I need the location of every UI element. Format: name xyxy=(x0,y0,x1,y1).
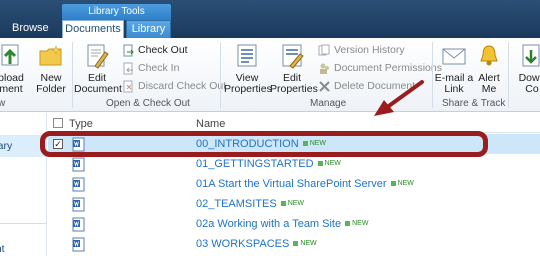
nav-divider xyxy=(0,223,47,224)
check-in-icon xyxy=(123,62,133,74)
group-divider xyxy=(72,42,73,108)
email-link-button[interactable]: E-mail a Link xyxy=(434,42,474,95)
document-name: 01_GETTINGSTARTED xyxy=(196,158,314,170)
group-divider xyxy=(220,42,221,108)
version-history-button[interactable]: Version History xyxy=(318,42,405,58)
tab-library[interactable]: Library xyxy=(126,20,171,38)
table-row[interactable]: 01A Start the Virtual SharePoint Server N… xyxy=(48,174,540,194)
column-header-type[interactable]: Type xyxy=(69,118,93,130)
download-icon xyxy=(522,44,540,67)
document-name-link[interactable]: 03 WORKSPACES NEW xyxy=(196,238,317,250)
list-header: Type Name xyxy=(48,113,540,133)
document-name: 01A Start the Virtual SharePoint Server xyxy=(196,178,387,190)
upload-icon xyxy=(1,44,19,66)
column-header-name[interactable]: Name xyxy=(196,118,225,130)
table-row[interactable]: 02_TEAMSITES NEW xyxy=(48,194,540,214)
ribbon: pload ment New Folder w Edit Document Ch… xyxy=(0,38,540,116)
table-row[interactable]: 02a Working with a Team Site NEW xyxy=(48,214,540,234)
ribbon-tab-strip: Browse Library Tools Documents Library xyxy=(0,0,540,38)
discard-check-out-icon xyxy=(123,80,133,92)
tab-documents[interactable]: Documents xyxy=(62,20,124,38)
new-badge: NEW xyxy=(281,200,304,207)
document-name: 03 WORKSPACES xyxy=(196,238,290,250)
tab-browse[interactable]: Browse xyxy=(12,22,49,34)
document-name-link[interactable]: 01_GETTINGSTARTED NEW xyxy=(196,158,341,170)
selection-highlight-annotation xyxy=(40,131,488,157)
table-row[interactable]: 01_GETTINGSTARTED NEW xyxy=(48,154,540,174)
document-name-link[interactable]: 02_TEAMSITES NEW xyxy=(196,198,304,210)
left-navigation: ibrary ent xyxy=(0,113,47,256)
group-divider xyxy=(432,42,433,108)
group-label-manage: Manage xyxy=(310,98,347,109)
word-document-icon[interactable] xyxy=(72,217,85,232)
new-badge: NEW xyxy=(293,240,316,247)
word-document-icon[interactable] xyxy=(72,177,85,192)
edit-properties-button[interactable]: Edit Properties xyxy=(270,42,318,95)
check-in-button[interactable]: Check In xyxy=(122,60,179,76)
library-tools-context-header: Library Tools xyxy=(62,4,171,20)
permissions-icon xyxy=(320,63,329,74)
word-document-icon[interactable] xyxy=(72,237,85,252)
version-history-icon xyxy=(318,44,330,55)
group-label-new: w xyxy=(0,98,6,109)
group-label-share-track: Share & Track xyxy=(442,98,506,109)
check-out-icon xyxy=(123,44,134,56)
alert-me-button[interactable]: Alert Me xyxy=(474,42,504,95)
view-properties-icon xyxy=(237,44,257,67)
word-document-icon[interactable] xyxy=(72,157,85,172)
table-row[interactable]: 03 WORKSPACES NEW xyxy=(48,234,540,254)
delete-icon xyxy=(319,80,330,92)
group-divider xyxy=(508,42,509,108)
view-properties-button[interactable]: View Properties xyxy=(224,42,272,95)
document-permissions-button[interactable]: Document Permissions xyxy=(318,60,442,76)
document-name: 02a Working with a Team Site xyxy=(196,218,342,230)
email-icon xyxy=(442,48,466,65)
new-badge: NEW xyxy=(318,160,341,167)
bell-icon xyxy=(480,45,498,66)
document-name: 02_TEAMSITES xyxy=(196,198,277,210)
document-name-link[interactable]: 01A Start the Virtual SharePoint Server N… xyxy=(196,178,414,190)
edit-properties-icon xyxy=(282,44,304,69)
new-badge: NEW xyxy=(391,180,414,187)
download-copy-button[interactable]: Down Co xyxy=(512,42,540,95)
new-folder-button[interactable]: New Folder xyxy=(34,42,68,95)
new-badge: NEW xyxy=(345,220,368,227)
edit-document-button[interactable]: Edit Document xyxy=(74,42,122,95)
check-out-button[interactable]: Check Out xyxy=(122,42,188,58)
nav-item-recent[interactable]: ent xyxy=(0,243,5,255)
select-all-checkbox[interactable] xyxy=(53,118,63,128)
edit-document-icon xyxy=(87,44,109,69)
word-document-icon[interactable] xyxy=(72,197,85,212)
upload-document-button[interactable]: pload ment xyxy=(0,42,28,95)
new-folder-icon xyxy=(39,45,62,66)
discard-check-out-button[interactable]: Discard Check Out xyxy=(122,78,226,94)
group-label-open-check-out: Open & Check Out xyxy=(106,98,190,109)
document-name-link[interactable]: 02a Working with a Team Site NEW xyxy=(196,218,368,230)
